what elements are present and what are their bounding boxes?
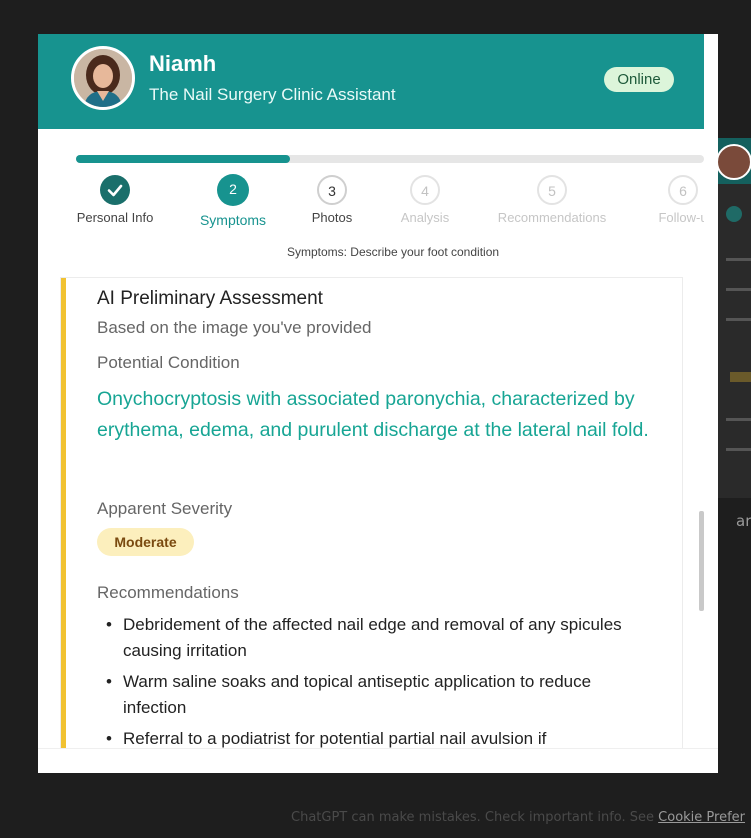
step-2-label[interactable]: Symptoms — [200, 212, 266, 228]
dialog-edge — [704, 34, 718, 773]
check-icon — [107, 184, 123, 197]
recommendation-item: Warm saline soaks and topical antiseptic… — [97, 669, 637, 721]
background-line — [726, 448, 751, 451]
step-4-label[interactable]: Analysis — [401, 210, 449, 225]
progress-bar — [76, 155, 704, 163]
condition-heading: Potential Condition — [97, 353, 240, 372]
background-line — [726, 258, 751, 261]
chat-dialog: Niamh The Nail Surgery Clinic Assistant … — [38, 34, 718, 773]
step-5-circle[interactable]: 5 — [537, 175, 567, 205]
severity-heading: Apparent Severity — [97, 499, 233, 518]
dialog-footer — [38, 748, 718, 773]
background-text: ard — [736, 512, 751, 530]
assessment-title: AI Preliminary Assessment — [97, 288, 323, 309]
assessment-subtitle: Based on the image you've provided — [97, 318, 372, 337]
recommendation-item: Debridement of the affected nail edge an… — [97, 612, 637, 664]
severity-badge: Moderate — [97, 528, 194, 556]
condition-text: Onychocryptosis with associated paronych… — [97, 388, 649, 441]
step-1-circle[interactable] — [100, 175, 130, 205]
step-4-circle[interactable]: 4 — [410, 175, 440, 205]
recommendations-heading: Recommendations — [97, 583, 239, 602]
step-6-circle[interactable]: 6 — [668, 175, 698, 205]
step-6-label[interactable]: Follow-u — [658, 210, 707, 225]
progress-fill — [76, 155, 290, 163]
assistant-name: Niamh — [149, 51, 217, 76]
step-3-label[interactable]: Photos — [312, 210, 352, 225]
step-2-circle[interactable]: 2 — [217, 174, 249, 206]
background-step — [726, 206, 742, 222]
step-5-label[interactable]: Recommendations — [498, 210, 606, 225]
recommendations-list: Debridement of the affected nail edge an… — [97, 612, 637, 748]
assistant-avatar — [71, 46, 135, 110]
step-1-label[interactable]: Personal Info — [77, 210, 154, 225]
assessment-card: AI Preliminary Assessment Based on the i… — [61, 278, 682, 748]
assistant-role: The Nail Surgery Clinic Assistant — [149, 85, 396, 104]
step-description: Symptoms: Describe your foot condition — [286, 245, 500, 259]
avatar-image — [74, 49, 132, 107]
background-line — [726, 318, 751, 321]
recommendation-item: Referral to a podiatrist for potential p… — [97, 726, 637, 748]
background-badge — [730, 372, 751, 382]
background-avatar — [716, 144, 751, 180]
chat-header: Niamh The Nail Surgery Clinic Assistant … — [38, 34, 704, 129]
status-badge: Online — [604, 67, 674, 92]
disclaimer: ChatGPT can make mistakes. Check importa… — [291, 810, 745, 825]
cookie-preferences-link[interactable]: Cookie Prefer — [658, 810, 745, 825]
disclaimer-text: ChatGPT can make mistakes. Check importa… — [291, 810, 659, 825]
step-3-circle[interactable]: 3 — [317, 175, 347, 205]
background-line — [726, 288, 751, 291]
background-line — [726, 418, 751, 421]
